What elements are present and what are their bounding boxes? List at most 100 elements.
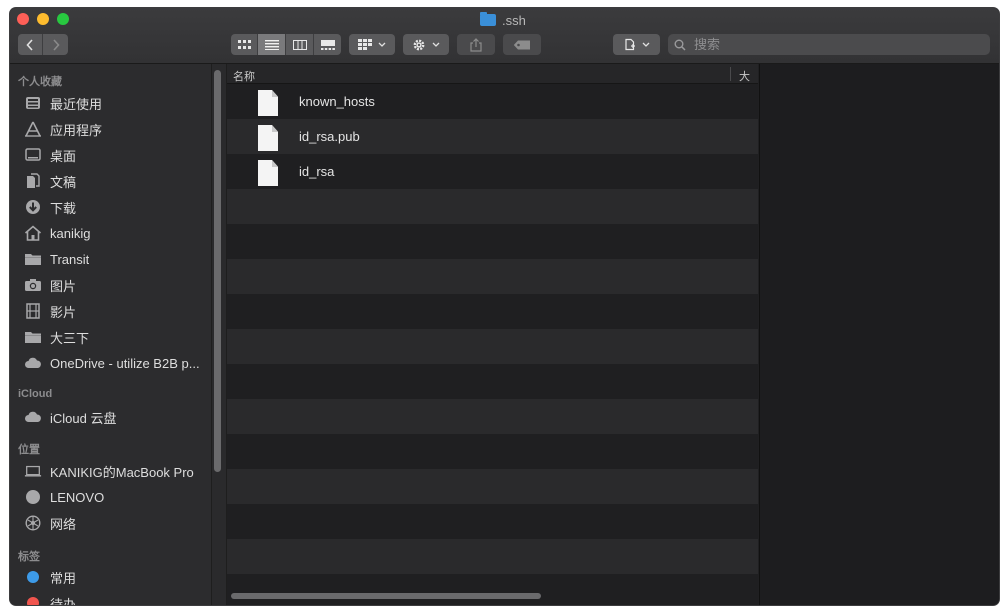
sidebar-item-documents[interactable]: 文稿: [24, 169, 210, 193]
sidebar-item-home[interactable]: kanikig: [24, 221, 210, 245]
sidebar-item-label: 最近使用: [50, 96, 103, 112]
chevron-down-icon: [432, 42, 440, 47]
icon-view-button[interactable]: [231, 34, 258, 55]
empty-row: [227, 434, 758, 469]
close-window-button[interactable]: [17, 13, 29, 25]
network-icon: [24, 514, 42, 532]
table-row[interactable]: id_rsa: [227, 154, 758, 189]
sidebar-item-label: OneDrive - utilize B2B p...: [50, 355, 200, 371]
sidebar-scrollbar-thumb[interactable]: [214, 70, 221, 472]
sidebar-item-lenovo[interactable]: LENOVO: [24, 485, 210, 509]
gallery-icon: [320, 39, 335, 50]
sidebar-item-tag-common[interactable]: 常用: [24, 565, 210, 589]
sidebar-item-label: LENOVO: [50, 489, 105, 505]
action-menu-button[interactable]: [403, 34, 449, 55]
empty-row: [227, 504, 758, 539]
gallery-view-button[interactable]: [314, 34, 341, 55]
sidebar-item-pictures[interactable]: 图片: [24, 273, 210, 297]
share-icon: [470, 37, 482, 52]
sidebar-item-tag-todo[interactable]: 待办: [24, 591, 210, 605]
column-name-header[interactable]: 名称: [233, 68, 255, 84]
column-divider[interactable]: [730, 67, 731, 81]
table-row[interactable]: known_hosts: [227, 84, 758, 119]
sidebar-heading-favorites: 个人收藏: [18, 76, 62, 88]
document-icon: [258, 125, 278, 151]
file-name: id_rsa.pub: [299, 129, 360, 144]
documents-icon: [24, 172, 42, 190]
sidebar-item-applications[interactable]: 应用程序: [24, 117, 210, 141]
sidebar-item-label: 桌面: [50, 148, 77, 164]
list-view-button[interactable]: [258, 34, 286, 55]
sidebar-item-label: KANIKIG的MacBook Pro: [50, 464, 194, 480]
chevron-left-icon: [26, 38, 33, 51]
sidebar-item-recents[interactable]: 最近使用: [24, 91, 210, 115]
new-item-button[interactable]: [613, 34, 660, 55]
folder-icon: [24, 250, 42, 268]
desktop-icon: [24, 146, 42, 164]
empty-row: [227, 224, 758, 259]
sidebar-item-network[interactable]: 网络: [24, 511, 210, 535]
sidebar-item-label: 文稿: [50, 174, 77, 190]
gear-icon: [413, 39, 425, 50]
sidebar-item-label: 影片: [50, 304, 77, 320]
sidebar-item-desktop[interactable]: 桌面: [24, 143, 210, 167]
sidebar-item-label: 网络: [50, 516, 77, 532]
clock-icon: [24, 94, 42, 112]
zoom-window-button[interactable]: [57, 13, 69, 25]
table-row[interactable]: id_rsa.pub: [227, 119, 758, 154]
sidebar-item-macbook[interactable]: KANIKIG的MacBook Pro: [24, 459, 210, 483]
empty-row: [227, 399, 758, 434]
sidebar-item-movies[interactable]: 影片: [24, 299, 210, 323]
film-icon: [24, 302, 42, 320]
laptop-icon: [24, 462, 42, 480]
horizontal-scrollbar[interactable]: [229, 589, 756, 603]
column-view-button[interactable]: [286, 34, 314, 55]
share-button[interactable]: [457, 34, 495, 55]
back-button[interactable]: [18, 34, 43, 55]
sidebar-item-label: 图片: [50, 278, 77, 294]
empty-row: [227, 259, 758, 294]
list-icon: [264, 39, 279, 50]
sidebar-item-label: 应用程序: [50, 122, 103, 138]
minimize-window-button[interactable]: [37, 13, 49, 25]
sidebar-item-onedrive[interactable]: OneDrive - utilize B2B p...: [24, 351, 210, 375]
sidebar-item-icloud-drive[interactable]: iCloud 云盘: [24, 405, 210, 429]
empty-row: [227, 294, 758, 329]
empty-row: [227, 189, 758, 224]
columns-icon: [292, 39, 307, 50]
sidebar-heading-tags: 标签: [18, 551, 40, 563]
sidebar-item-label: 常用: [50, 570, 77, 586]
tag-dot-icon: [24, 594, 42, 605]
folder-icon: [24, 328, 42, 346]
sidebar-heading-locations: 位置: [18, 444, 40, 456]
search-field[interactable]: [668, 34, 990, 55]
sidebar-item-label: iCloud 云盘: [50, 410, 117, 426]
sidebar-item-label: 待办: [50, 596, 77, 606]
camera-icon: [24, 276, 42, 294]
sidebar-item-transit[interactable]: Transit: [24, 247, 210, 271]
horizontal-scrollbar-thumb[interactable]: [231, 593, 541, 599]
empty-row: [227, 329, 758, 364]
forward-button[interactable]: [43, 34, 68, 55]
sidebar-item-downloads[interactable]: 下载: [24, 195, 210, 219]
applications-icon: [24, 120, 42, 138]
sidebar-item-label: 大三下: [50, 330, 90, 346]
tags-button[interactable]: [503, 34, 541, 55]
empty-row: [227, 539, 758, 574]
document-icon: [258, 90, 278, 116]
cloud-icon: [24, 354, 42, 372]
group-grid-icon: [358, 39, 372, 50]
toolbar: .ssh: [10, 8, 999, 64]
view-mode-control: [231, 34, 341, 55]
empty-row: [227, 364, 758, 399]
new-document-icon: [625, 38, 635, 51]
sidebar: 个人收藏 最近使用 应用程序 桌面 文稿 下载 kanikig Transit …: [10, 64, 211, 605]
window-title-label: .ssh: [502, 12, 526, 28]
sidebar-item-folder-dasanxia[interactable]: 大三下: [24, 325, 210, 349]
empty-row: [227, 469, 758, 504]
sidebar-item-label: Transit: [50, 251, 90, 267]
home-icon: [24, 224, 42, 242]
column-header: 名称 大小: [227, 64, 758, 99]
search-input[interactable]: [692, 36, 976, 53]
group-by-button[interactable]: [349, 34, 395, 55]
